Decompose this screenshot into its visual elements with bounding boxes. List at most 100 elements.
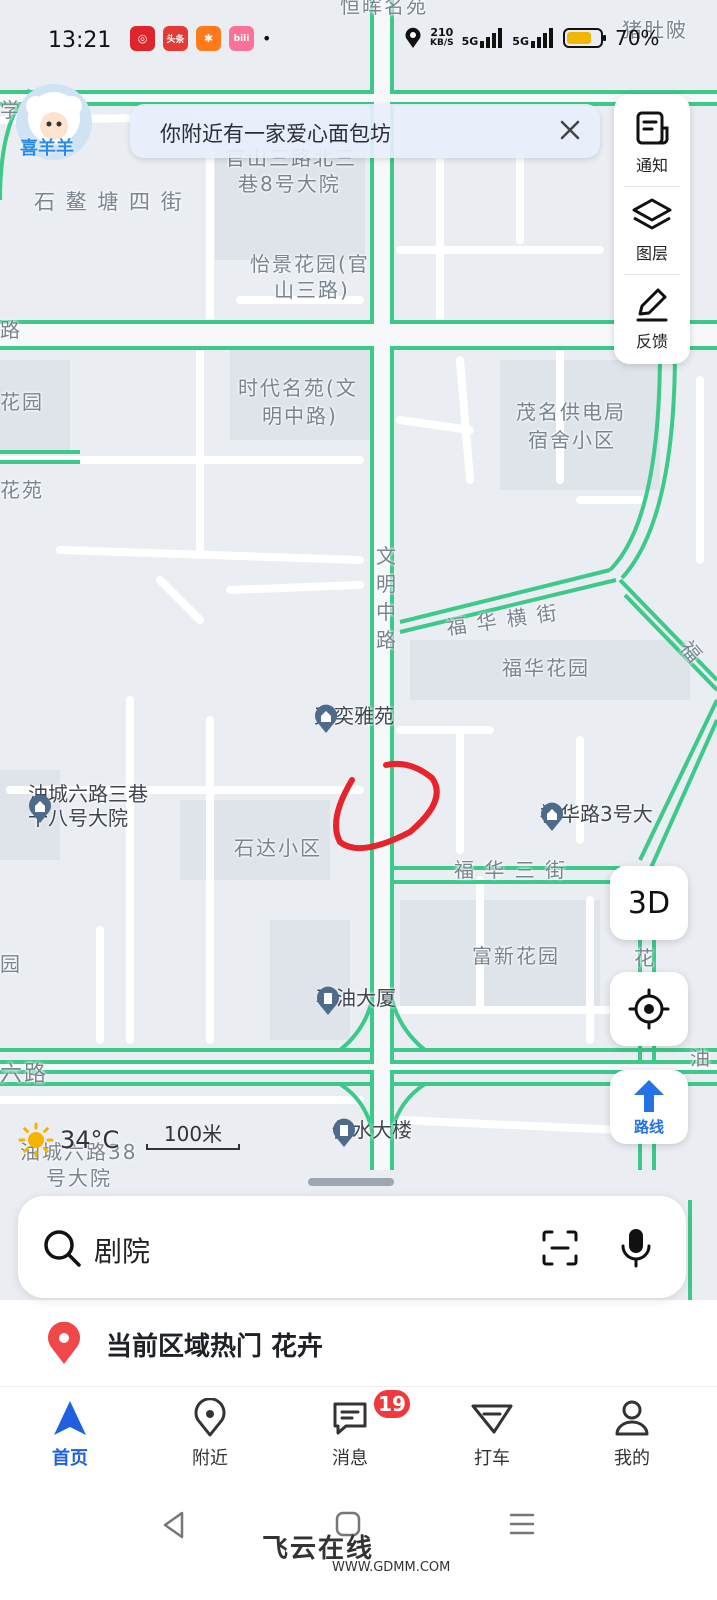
sun-icon [18,1122,54,1158]
map-label-hua-right: 花 [634,946,656,970]
battery-percent: 70% [614,26,660,50]
feedback-label: 反馈 [635,332,668,351]
signal-1-label: 5G [461,35,479,48]
scale-bar [146,1144,240,1150]
map-label-maoming-1: 茂名供电局 [516,400,626,424]
watermark-url: WWW.GDMM.COM [332,1560,451,1575]
status-time: 13:21 [48,28,112,53]
map-label-huayuan2-left: 花苑 [0,478,44,502]
tab-me[interactable]: 我的 [582,1398,682,1470]
status-indicators: 210 KB/S 5G 5G 70% [404,26,659,50]
battery-icon [562,28,606,48]
search-bar[interactable]: 剧院 [18,1196,686,1298]
location-pin-icon [194,1398,226,1437]
notify-button[interactable]: 通知 [614,98,690,186]
residence-pin-icon [29,794,51,823]
poi-tianyi[interactable]: 天奕雅苑 [314,704,394,733]
signal-bars-icon [480,28,503,48]
netease-music-icon: ◎ [130,26,155,51]
toutiao-icon: 头条 [163,26,188,51]
notify-label: 通知 [635,156,668,175]
back-icon[interactable] [160,1510,188,1540]
map-label-yijing-1: 怡景花园(官 [250,252,370,276]
building-pin-icon [333,1118,355,1147]
poi-gongshui[interactable]: 供水大楼 [332,1118,412,1147]
tab-nearby-label: 附近 [192,1448,228,1469]
nearby-notice[interactable]: 你附近有一家爱心面包坊 [130,104,600,158]
scale-label: 100米 [163,1122,223,1146]
residence-pin-icon [315,704,337,733]
residence-pin-icon [541,802,563,831]
messages-badge: 19 [372,1388,412,1420]
tab-me-label: 我的 [614,1448,650,1469]
app-orange-icon: ✱ [196,26,221,51]
user-icon [615,1400,649,1436]
tab-messages-label: 消息 [332,1448,368,1469]
tab-home-label: 首页 [52,1448,88,1469]
search-icon [44,1230,81,1267]
hot-area-row[interactable]: 当前区域热门 花卉 [44,1322,323,1366]
avatar-caption: 喜羊羊 [20,138,74,159]
status-dot: • [262,29,272,48]
taxi-icon [471,1404,513,1434]
map-label-shiao: 石 鳌 塘 四 街 [34,190,184,214]
map-label-shida: 石达小区 [234,836,322,860]
divider [0,1386,717,1387]
weather-temp: 34°C [60,1126,120,1154]
message-icon [333,1402,367,1435]
map-label-guanshan-alley2: 巷8号大院 [238,172,341,196]
weather[interactable]: 34°C [18,1122,119,1158]
layers-button[interactable]: 图层 [614,186,690,274]
net-speed-unit: KB/S [430,38,454,48]
map-label-maoming-2: 宿舍小区 [528,428,616,452]
route-button[interactable]: 路线 [610,1070,688,1144]
map-label-lu-left: 路 [0,318,22,342]
microphone-icon[interactable] [616,1226,656,1270]
scan-icon[interactable] [540,1228,580,1268]
3d-button[interactable]: 3D [610,866,688,940]
bilibili-icon: bili [229,26,254,51]
tab-home[interactable]: 首页 [20,1398,120,1470]
edit-pencil-icon [636,288,668,322]
tab-nearby[interactable]: 附近 [160,1398,260,1470]
status-app-icons: ◎ 头条 ✱ bili • [130,26,271,51]
signal-bars-icon [530,28,553,48]
feedback-button[interactable]: 反馈 [614,274,690,362]
location-pin-icon [48,1322,80,1364]
notification-icon [636,111,669,145]
tab-taxi-label: 打车 [474,1448,510,1469]
poi-fuhua-road[interactable]: 福华路3号大 [540,802,653,831]
navigation-arrow-icon [54,1401,86,1435]
close-icon[interactable] [554,114,586,146]
sheet-drag-handle[interactable] [308,1178,394,1186]
layers-icon [632,198,672,230]
status-bar: 13:21 ◎ 头条 ✱ bili • 210 KB/S 5G 5G 70% [0,0,717,80]
map-label-wenming-road: 文 明 中 路 [376,544,396,652]
map-label-shidai-2: 明中路) [262,404,338,428]
net-speed: 210 KB/S [430,27,454,49]
search-input[interactable]: 剧院 [94,1230,150,1270]
map-label-youcheng-bottom-2: 号大院 [46,1166,112,1190]
notice-text: 你附近有一家爱心面包坊 [160,122,391,146]
location-icon [405,27,421,48]
poi-youcheng-alley[interactable]: 油城六路三巷 十八号大院 [28,782,148,830]
net-speed-value: 210 [430,26,454,39]
locate-button[interactable] [610,972,688,1046]
tab-taxi[interactable]: 打车 [442,1398,542,1470]
menu-icon[interactable] [508,1510,536,1538]
map-label-shidai-1: 时代名苑(文 [238,376,358,400]
signal-1: 5G [462,28,505,48]
map-label-fuxin: 富新花园 [472,944,560,968]
signal-2-label: 5G [512,35,529,48]
map-label-huayuan-left: 花园 [0,390,44,414]
poi-shiyou[interactable]: 石油大厦 [316,986,396,1015]
layers-label: 图层 [635,244,668,263]
map-label-yijing-2: 山三路) [274,278,350,302]
3d-label: 3D [627,885,671,921]
map-label-fuhua-san: 福 华 三 街 [454,858,568,882]
map-side-panel: 通知 图层 反馈 [614,94,690,364]
route-label: 路线 [633,1117,664,1136]
building-pin-icon [317,986,339,1015]
locate-crosshair-icon [628,988,670,1030]
map-label-fuhua-garden: 福华花园 [502,656,590,680]
